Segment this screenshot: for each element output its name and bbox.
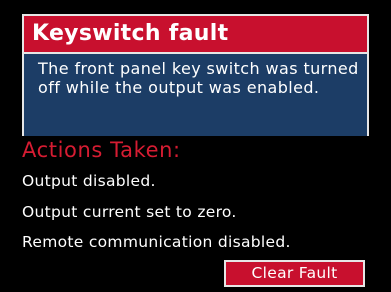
action-item-output-disabled: Output disabled. (22, 172, 156, 190)
actions-heading: Actions Taken: (22, 138, 181, 162)
fault-description: The front panel key switch was turned of… (22, 54, 369, 136)
action-item-current-zero: Output current set to zero. (22, 203, 237, 221)
action-item-remote-disabled: Remote communication disabled. (22, 233, 291, 251)
clear-fault-button[interactable]: Clear Fault (224, 260, 365, 287)
fault-title: Keyswitch fault (22, 14, 369, 54)
fault-screen: Keyswitch fault The front panel key swit… (0, 0, 391, 292)
